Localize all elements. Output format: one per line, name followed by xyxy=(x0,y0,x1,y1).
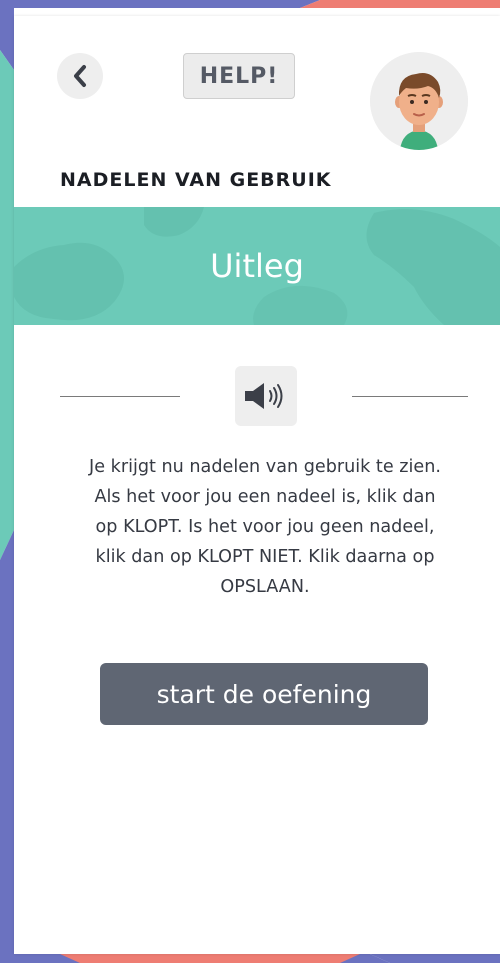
start-exercise-button[interactable]: start de oefening xyxy=(100,663,428,725)
instruction-line: Als het voor jou een nadeel is, klik dan xyxy=(94,487,436,507)
app-frame: HELP! NADELEN VAN GEBRUIK Uitleg Je krij… xyxy=(0,0,500,963)
divider-left xyxy=(60,396,180,397)
audio-button[interactable] xyxy=(235,366,297,426)
banner: Uitleg xyxy=(14,207,500,325)
boy-avatar-icon xyxy=(370,52,468,150)
instructions-text: Je krijgt nu nadelen van gebruik te zien… xyxy=(52,452,478,602)
instruction-line: Je krijgt nu nadelen van gebruik te zien… xyxy=(89,457,441,477)
section-title: NADELEN VAN GEBRUIK xyxy=(60,169,332,191)
speaker-icon xyxy=(245,383,283,409)
instruction-line: klik dan op KLOPT NIET. Klik daarna op xyxy=(95,547,435,567)
divider-right xyxy=(352,396,468,397)
chevron-left-icon xyxy=(74,65,86,87)
back-button[interactable] xyxy=(57,53,103,99)
banner-title: Uitleg xyxy=(210,247,304,285)
help-button[interactable]: HELP! xyxy=(183,53,295,99)
instruction-line: op KLOPT. Is het voor jou geen nadeel, xyxy=(95,517,435,537)
instruction-line: OPSLAAN. xyxy=(220,577,310,597)
avatar[interactable] xyxy=(370,52,468,150)
